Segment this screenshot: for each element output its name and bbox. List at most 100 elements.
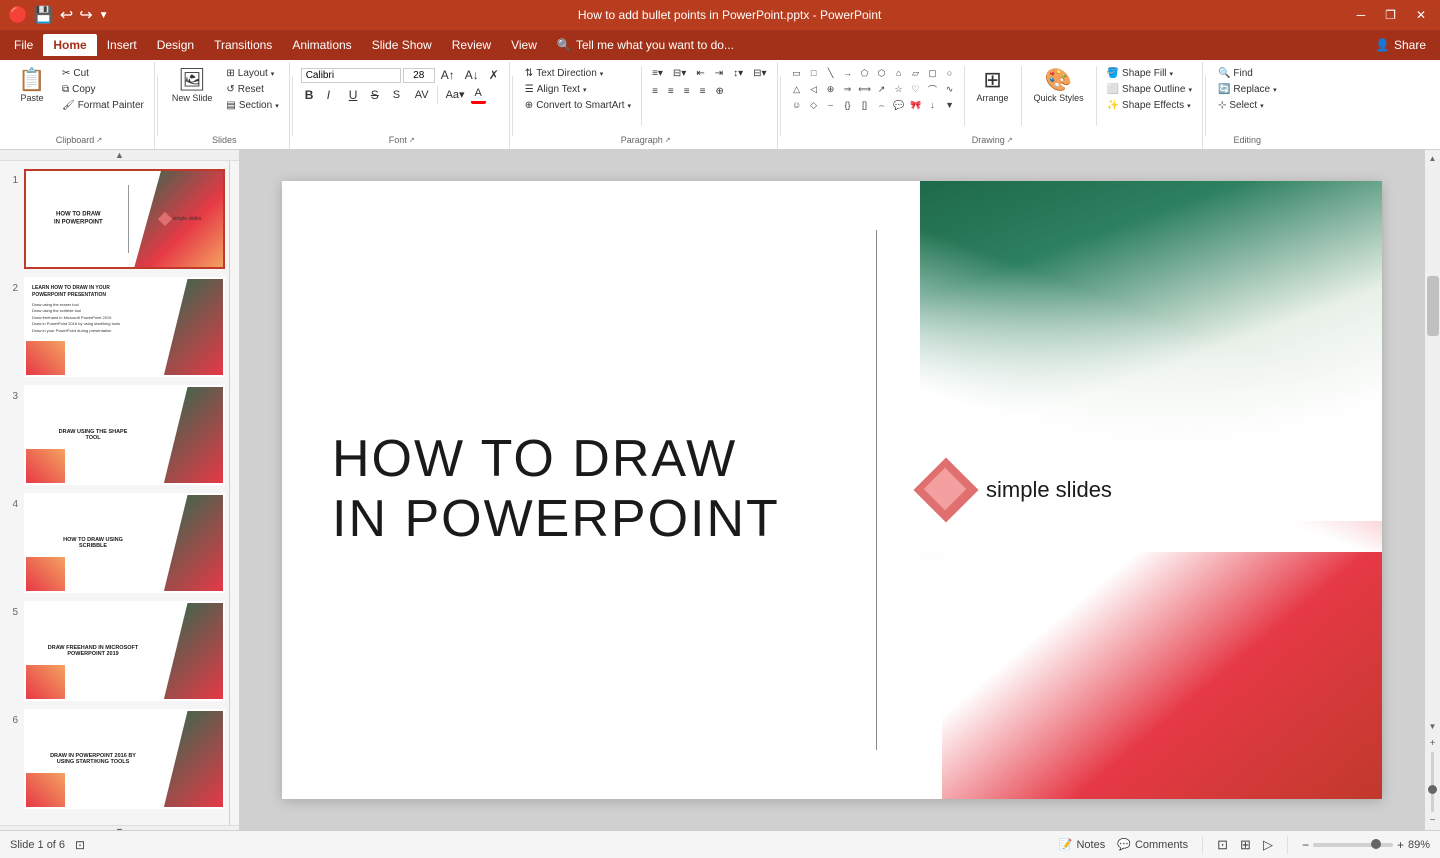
shape-pentagon[interactable]: ⬠: [857, 66, 873, 80]
shape-callout[interactable]: 💬: [891, 98, 907, 112]
layout-button[interactable]: ⊞ Layout ▾: [222, 66, 282, 81]
para-expand-icon[interactable]: ↗: [665, 136, 671, 144]
shape-rect2[interactable]: □: [806, 66, 822, 80]
zoom-in-vertical[interactable]: +: [1430, 738, 1436, 749]
strikethrough-button[interactable]: S: [367, 86, 387, 104]
shape-arrow3[interactable]: ⟺: [857, 82, 873, 96]
select-button[interactable]: ⊹ Select ▾: [1214, 98, 1281, 113]
shape-rect[interactable]: ▭: [789, 66, 805, 80]
copy-button[interactable]: ⧉ Copy: [58, 82, 148, 97]
main-slide-canvas[interactable]: HOW TO DRAW IN POWERPOINT simple slides: [282, 181, 1382, 799]
shape-smiley[interactable]: ☺: [789, 98, 805, 112]
slide-thumb-6[interactable]: 6 DRAW IN POWERPOINT 2016 BYUSING START/…: [4, 709, 225, 809]
slide-thumb-5[interactable]: 5 DRAW FREEHAND IN MICROSOFTPOWERPOINT 2…: [4, 601, 225, 701]
shape-down[interactable]: ↓: [925, 98, 941, 112]
section-button[interactable]: ▤ Section ▾: [222, 98, 282, 113]
shape-arrow2[interactable]: ⇒: [840, 82, 856, 96]
font-size-input[interactable]: [403, 68, 435, 83]
menu-design[interactable]: Design: [147, 34, 204, 56]
slide-thumb-3[interactable]: 3 DRAW USING THE SHAPETOOL: [4, 385, 225, 485]
shadow-button[interactable]: S: [389, 87, 409, 103]
paste-button[interactable]: 📋 Paste: [10, 66, 54, 106]
align-left-button[interactable]: ≡: [648, 84, 662, 99]
view-normal-btn[interactable]: ⊡: [1217, 837, 1228, 853]
clipboard-expand-icon[interactable]: ↗: [96, 136, 102, 144]
replace-button[interactable]: 🔄 Replace ▾: [1214, 82, 1281, 97]
zoom-slider-vertical[interactable]: [1431, 752, 1434, 812]
comments-button[interactable]: 💬 Comments: [1117, 838, 1188, 851]
arrange-button[interactable]: ⊞ Arrange: [971, 66, 1015, 106]
format-painter-button[interactable]: 🖌 Format Painter: [58, 98, 148, 113]
slide-preview-1[interactable]: HOW TO DRAWIN POWERPOINT simple slides: [24, 169, 225, 269]
shape-bracket[interactable]: []: [857, 98, 873, 112]
customize-qat-icon[interactable]: ▼: [99, 10, 109, 21]
font-expand-icon[interactable]: ↗: [409, 136, 415, 144]
shape-more[interactable]: ▼: [942, 98, 958, 112]
drawing-expand-icon[interactable]: ↗: [1007, 136, 1013, 144]
slide-thumb-4[interactable]: 4 HOW TO DRAW USINGSCRIBBLE: [4, 493, 225, 593]
minimize-btn[interactable]: ─: [1351, 6, 1372, 24]
menu-search[interactable]: 🔍Tell me what you want to do...: [547, 34, 744, 56]
increase-indent-button[interactable]: ⇥: [711, 66, 727, 81]
find-button[interactable]: 🔍 Find: [1214, 66, 1281, 81]
shape-hex[interactable]: ⬡: [874, 66, 890, 80]
slide-thumb-2[interactable]: 2 LEARN HOW TO DRAW IN YOURPOWERPOINT PR…: [4, 277, 225, 377]
close-btn[interactable]: ✕: [1410, 6, 1432, 24]
menu-home[interactable]: Home: [43, 34, 96, 56]
shape-heart[interactable]: ♡: [908, 82, 924, 96]
view-reading-btn[interactable]: ▷: [1263, 837, 1273, 853]
shape-ribbon[interactable]: 🎀: [908, 98, 924, 112]
shape-freeform[interactable]: ∿: [942, 82, 958, 96]
shape-tri[interactable]: △: [789, 82, 805, 96]
font-color-button[interactable]: A: [471, 85, 486, 104]
shape-curve[interactable]: ⌣: [823, 98, 839, 112]
align-text-button[interactable]: ☰ Align Text ▾: [521, 82, 591, 97]
shape-rtri[interactable]: ◁: [806, 82, 822, 96]
zoom-percent[interactable]: 89%: [1408, 839, 1430, 851]
shape-para[interactable]: ▱: [908, 66, 924, 80]
slide-preview-5[interactable]: DRAW FREEHAND IN MICROSOFTPOWERPOINT 201…: [24, 601, 225, 701]
shape-arrow4[interactable]: ↗: [874, 82, 890, 96]
shape-fill-button[interactable]: 🪣 Shape Fill ▾: [1103, 66, 1196, 81]
scroll-down-btn[interactable]: ▼: [1425, 718, 1440, 734]
menu-review[interactable]: Review: [442, 34, 501, 56]
zoom-out-vertical[interactable]: −: [1430, 815, 1436, 826]
restore-btn[interactable]: ❐: [1379, 6, 1402, 24]
char-spacing-button[interactable]: AV: [411, 87, 433, 103]
undo-icon[interactable]: ↩: [60, 5, 73, 25]
change-case-button[interactable]: Aa▾: [442, 86, 469, 103]
cut-button[interactable]: ✂ Cut: [58, 66, 148, 81]
save-icon[interactable]: 💾: [34, 5, 54, 25]
font-name-input[interactable]: [301, 68, 401, 83]
menu-insert[interactable]: Insert: [97, 34, 147, 56]
menu-animations[interactable]: Animations: [282, 34, 361, 56]
text-direction-button[interactable]: ⇅ Text Direction ▾: [521, 66, 607, 81]
zoom-out-btn[interactable]: −: [1302, 838, 1309, 852]
shape-arrow[interactable]: →: [840, 66, 856, 80]
view-sorter-btn[interactable]: ⊞: [1240, 837, 1251, 853]
align-center-button[interactable]: ≡: [664, 84, 678, 99]
shape-round[interactable]: ▢: [925, 66, 941, 80]
quick-styles-button[interactable]: 🎨 Quick Styles: [1028, 66, 1090, 106]
shape-diamond[interactable]: ◇: [806, 98, 822, 112]
shape-line[interactable]: ╲: [823, 66, 839, 80]
menu-slideshow[interactable]: Slide Show: [362, 34, 442, 56]
share-button[interactable]: 👤 Share: [1365, 34, 1436, 56]
shape-curved[interactable]: ⌒: [925, 82, 941, 96]
add-col-button[interactable]: ⊕: [711, 84, 727, 99]
shape-trap[interactable]: ⌂: [891, 66, 907, 80]
slide-preview-3[interactable]: DRAW USING THE SHAPETOOL: [24, 385, 225, 485]
bullets-button[interactable]: ≡▾: [648, 66, 667, 81]
clear-format-button[interactable]: ✗: [485, 66, 503, 84]
italic-button[interactable]: I: [323, 86, 343, 104]
scroll-up-btn[interactable]: ▲: [1425, 150, 1440, 166]
line-spacing-button[interactable]: ↕▾: [729, 66, 747, 81]
shape-brace[interactable]: {}: [840, 98, 856, 112]
notes-button[interactable]: 📝 Notes: [1059, 838, 1105, 851]
menu-file[interactable]: File: [4, 34, 43, 56]
columns-button[interactable]: ⊟▾: [749, 66, 770, 81]
underline-button[interactable]: U: [345, 86, 365, 104]
zoom-in-btn[interactable]: +: [1397, 838, 1404, 852]
shape-plus[interactable]: ⊕: [823, 82, 839, 96]
shape-effects-button[interactable]: ✨ Shape Effects ▾: [1103, 98, 1196, 113]
